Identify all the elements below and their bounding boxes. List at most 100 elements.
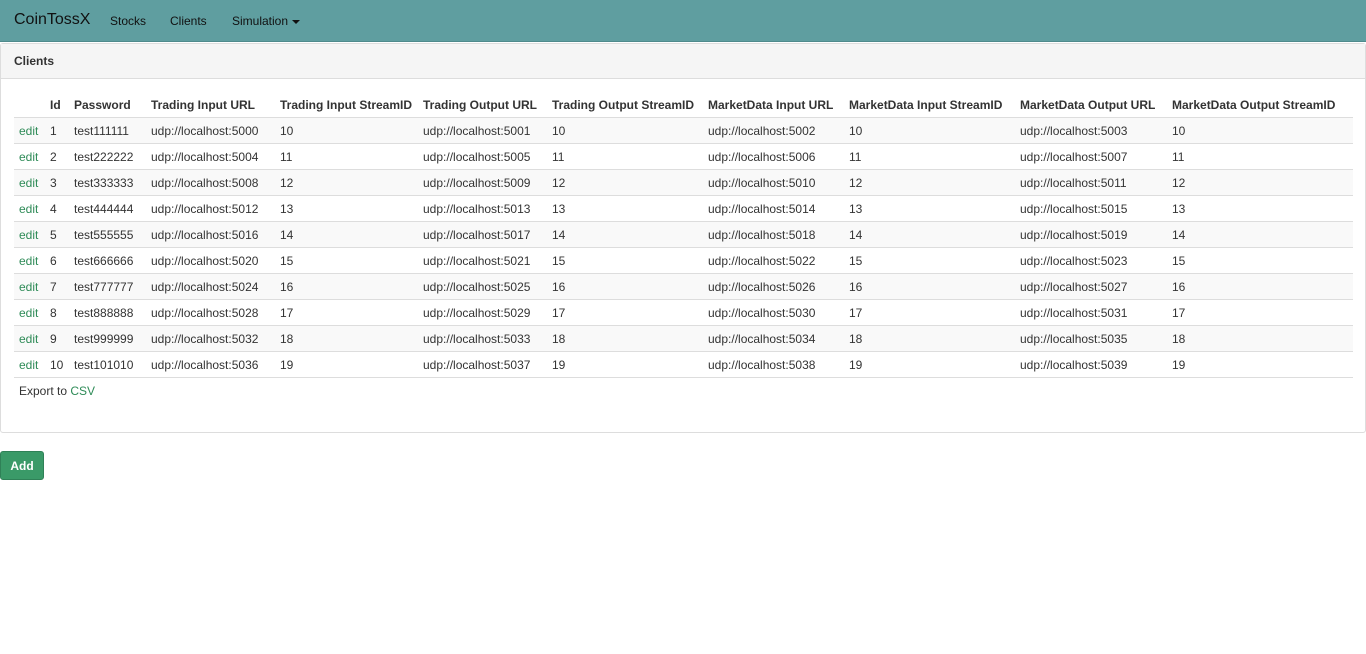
table-cell: test333333 — [69, 169, 146, 196]
nav-simulation-dropdown[interactable]: Simulation — [232, 14, 301, 28]
table-cell: 17 — [1167, 299, 1353, 326]
edit-cell: edit — [14, 273, 45, 300]
table-cell: 17 — [844, 299, 1015, 326]
edit-link[interactable]: edit — [19, 332, 38, 346]
edit-link[interactable]: edit — [19, 124, 38, 138]
nav-clients-link[interactable]: Clients — [170, 14, 207, 28]
table-cell: udp://localhost:5032 — [146, 325, 275, 352]
table-cell: 10 — [275, 117, 418, 144]
table-cell: test101010 — [69, 351, 146, 378]
column-header: Password — [69, 92, 146, 118]
table-cell: 14 — [1167, 221, 1353, 248]
table-cell: udp://localhost:5031 — [1015, 299, 1167, 326]
edit-cell: edit — [14, 117, 45, 144]
table-cell: 19 — [844, 351, 1015, 378]
table-cell: 10 — [844, 117, 1015, 144]
table-cell: 14 — [844, 221, 1015, 248]
table-cell: udp://localhost:5019 — [1015, 221, 1167, 248]
table-cell: udp://localhost:5017 — [418, 221, 547, 248]
table-cell: udp://localhost:5027 — [1015, 273, 1167, 300]
brand-logo-text[interactable]: CoinTossX — [14, 11, 90, 29]
edit-cell: edit — [14, 325, 45, 352]
table-cell: 13 — [844, 195, 1015, 222]
column-header: Trading Input StreamID — [275, 92, 418, 118]
table-cell: 17 — [275, 299, 418, 326]
table-cell: udp://localhost:5006 — [703, 143, 844, 170]
table-cell: udp://localhost:5020 — [146, 247, 275, 274]
table-cell: udp://localhost:5012 — [146, 195, 275, 222]
table-cell: udp://localhost:5023 — [1015, 247, 1167, 274]
nav-stocks-link[interactable]: Stocks — [110, 14, 146, 28]
table-row: edit 2 test222222 udp://localhost:5004 11 udp… — [14, 143, 1353, 170]
table-cell: udp://localhost:5002 — [703, 117, 844, 144]
table-cell: 15 — [844, 247, 1015, 274]
table-cell: udp://localhost:5011 — [1015, 169, 1167, 196]
table-cell: 10 — [1167, 117, 1353, 144]
table-cell: 12 — [1167, 169, 1353, 196]
table-cell: udp://localhost:5036 — [146, 351, 275, 378]
table-cell: test111111 — [69, 117, 146, 144]
table-cell: 7 — [45, 273, 69, 300]
column-header: Trading Output StreamID — [547, 92, 703, 118]
edit-cell: edit — [14, 299, 45, 326]
add-client-button[interactable]: Add — [0, 451, 44, 480]
edit-cell: edit — [14, 143, 45, 170]
edit-cell: edit — [14, 169, 45, 196]
table-cell: udp://localhost:5013 — [418, 195, 547, 222]
table-cell: test222222 — [69, 143, 146, 170]
table-row: edit 10 test101010 udp://localhost:5036 19 ud… — [14, 351, 1353, 378]
column-header: Id — [45, 92, 69, 118]
table-cell: udp://localhost:5009 — [418, 169, 547, 196]
table-cell: 18 — [275, 325, 418, 352]
edit-link[interactable]: edit — [19, 358, 38, 372]
table-cell: udp://localhost:5001 — [418, 117, 547, 144]
table-cell: 8 — [45, 299, 69, 326]
table-body: edit 1 test111111 udp://localhost:5000 10 udp… — [14, 117, 1353, 378]
table-cell: 12 — [547, 169, 703, 196]
table-cell: 13 — [275, 195, 418, 222]
table-cell: test666666 — [69, 247, 146, 274]
table-cell: 2 — [45, 143, 69, 170]
table-cell: 9 — [45, 325, 69, 352]
table-cell: 18 — [844, 325, 1015, 352]
table-cell: udp://localhost:5016 — [146, 221, 275, 248]
table-cell: udp://localhost:5025 — [418, 273, 547, 300]
table-cell: udp://localhost:5018 — [703, 221, 844, 248]
clients-panel: Clients Id Password Trading Input URL Tradi… — [0, 43, 1366, 433]
column-header: Trading Output URL — [418, 92, 547, 118]
edit-cell: edit — [14, 221, 45, 248]
table-cell: 5 — [45, 221, 69, 248]
nav-simulation-label: Simulation — [232, 14, 289, 28]
table-cell: 19 — [275, 351, 418, 378]
table-row: edit 9 test999999 udp://localhost:5032 18 udp… — [14, 325, 1353, 352]
edit-link[interactable]: edit — [19, 150, 38, 164]
edit-link[interactable]: edit — [19, 176, 38, 190]
table-cell: udp://localhost:5024 — [146, 273, 275, 300]
table-cell: 19 — [1167, 351, 1353, 378]
table-cell: udp://localhost:5003 — [1015, 117, 1167, 144]
edit-link[interactable]: edit — [19, 254, 38, 268]
table-cell: test999999 — [69, 325, 146, 352]
table-cell: 15 — [547, 247, 703, 274]
table-cell: 14 — [547, 221, 703, 248]
table-cell: 15 — [1167, 247, 1353, 274]
table-cell: 10 — [45, 351, 69, 378]
table-cell: udp://localhost:5010 — [703, 169, 844, 196]
table-cell: 10 — [547, 117, 703, 144]
edit-link[interactable]: edit — [19, 280, 38, 294]
edit-cell: edit — [14, 247, 45, 274]
table-cell: 16 — [844, 273, 1015, 300]
table-cell: udp://localhost:5015 — [1015, 195, 1167, 222]
edit-link[interactable]: edit — [19, 306, 38, 320]
table-row: edit 7 test777777 udp://localhost:5024 16 udp… — [14, 273, 1353, 300]
panel-title: Clients — [1, 44, 1365, 79]
export-csv-link[interactable]: CSV — [70, 384, 95, 398]
table-cell: 16 — [1167, 273, 1353, 300]
edit-link[interactable]: edit — [19, 202, 38, 216]
edit-cell: edit — [14, 351, 45, 378]
edit-link[interactable]: edit — [19, 228, 38, 242]
table-cell: udp://localhost:5030 — [703, 299, 844, 326]
table-cell: 11 — [547, 143, 703, 170]
column-header: MarketData Input URL — [703, 92, 844, 118]
table-cell: udp://localhost:5028 — [146, 299, 275, 326]
